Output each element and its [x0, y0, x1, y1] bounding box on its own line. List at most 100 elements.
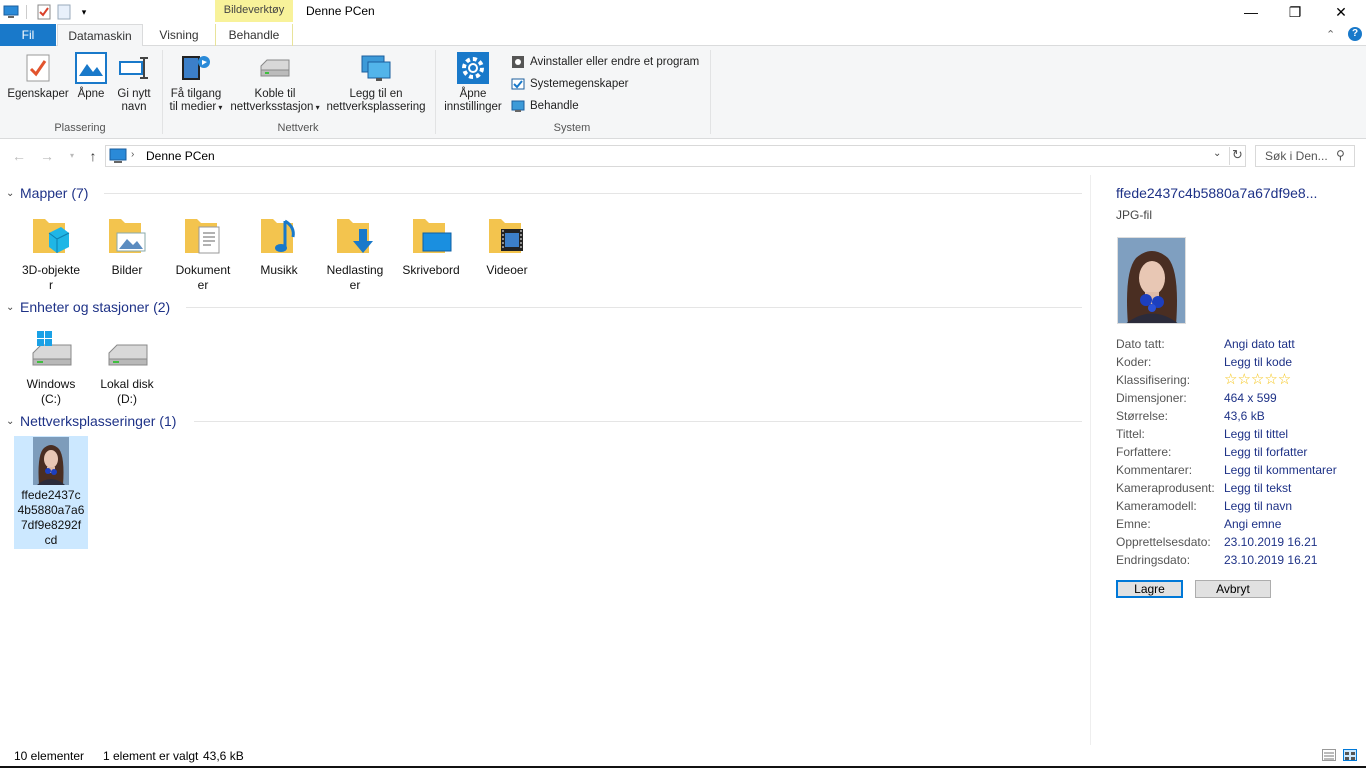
folder-music[interactable]: Musikk	[242, 211, 316, 278]
minimize-button[interactable]: —	[1228, 0, 1274, 24]
drive-c[interactable]: Windows (C:)	[14, 325, 88, 407]
group-separator	[710, 50, 711, 134]
prop-camera-maker[interactable]: Kameraprodusent: Legg til tekst	[1116, 481, 1366, 499]
pictures-folder-icon	[103, 211, 151, 259]
tab-view[interactable]: Visning	[146, 24, 212, 46]
music-folder-icon	[255, 211, 303, 259]
group-header-devices[interactable]: ⌄ Enheter og stasjoner (2)	[6, 297, 170, 317]
file-list: ⌄ Mapper (7) 3D-objekte r Bilder Dokumen…	[0, 175, 1090, 745]
large-icons-view-icon[interactable]	[1343, 749, 1357, 761]
access-media-button[interactable]: Få tilgang til medier ▾	[166, 52, 226, 114]
breadcrumb[interactable]: Denne PCen	[146, 149, 215, 163]
drive-d[interactable]: Lokal disk (D:)	[90, 325, 164, 407]
search-icon: ⚲	[1336, 148, 1345, 162]
prop-title[interactable]: Tittel: Legg til tittel	[1116, 427, 1366, 445]
group-header-network-locations[interactable]: ⌄ Nettverksplasseringer (1)	[6, 411, 176, 431]
prop-modified-date: Endringsdato: 23.10.2019 16.21	[1116, 553, 1318, 567]
cancel-button[interactable]: Avbryt	[1195, 580, 1271, 598]
map-network-drive-button[interactable]: Koble til nettverksstasjon ▾	[228, 52, 322, 114]
prop-dimensions: Dimensjoner: 464 x 599	[1116, 391, 1277, 405]
folder-3d-objects[interactable]: 3D-objekte r	[14, 211, 88, 293]
recent-locations-chevron-icon[interactable]: ▾	[63, 147, 81, 165]
tab-computer[interactable]: Datamaskin	[57, 24, 143, 47]
save-button[interactable]: Lagre	[1116, 580, 1183, 598]
3d-objects-folder-icon	[27, 211, 75, 259]
downloads-folder-icon	[331, 211, 379, 259]
prop-created-date: Opprettelsesdato: 23.10.2019 16.21	[1116, 535, 1318, 549]
qat-separator	[26, 5, 27, 19]
collapse-chevron-icon: ⌄	[6, 301, 15, 313]
computer-management-icon	[510, 98, 526, 114]
group-divider	[186, 307, 1082, 308]
uninstall-icon	[510, 54, 526, 70]
windows-drive-icon	[27, 325, 75, 373]
details-thumbnail	[1117, 237, 1186, 324]
rename-icon	[118, 52, 150, 84]
tab-manage[interactable]: Behandle	[215, 24, 293, 46]
image-thumbnail	[27, 437, 75, 485]
manage-button[interactable]: Behandle	[510, 96, 579, 116]
details-file-type: JPG-fil	[1116, 208, 1152, 222]
system-properties-button[interactable]: Systemegenskaper	[510, 74, 628, 94]
new-folder-qat-icon[interactable]	[55, 3, 73, 21]
computer-icon[interactable]	[2, 3, 20, 21]
properties-button[interactable]: Egenskaper	[6, 52, 70, 101]
ribbon: Egenskaper Åpne Gi nytt navn Plassering …	[0, 46, 1366, 139]
add-network-location-button[interactable]: Legg til en nettverksplassering	[324, 52, 428, 114]
prop-subject[interactable]: Emne: Angi emne	[1116, 517, 1366, 535]
title-bar: ▾ Bildeverktøy Denne PCen — ❐ ✕	[0, 0, 1366, 24]
address-dropdown-icon[interactable]: ⌄	[1213, 148, 1221, 159]
group-label-network: Nettverk	[277, 122, 319, 134]
prop-comments[interactable]: Kommentarer: Legg til kommentarer	[1116, 463, 1366, 481]
properties-icon	[22, 52, 54, 84]
properties-qat-icon[interactable]	[35, 3, 53, 21]
prop-size: Størrelse: 43,6 kB	[1116, 409, 1265, 423]
collapse-chevron-icon: ⌄	[6, 415, 15, 427]
customize-qat-icon[interactable]: ▾	[75, 3, 93, 21]
rename-button[interactable]: Gi nytt navn	[113, 52, 155, 114]
folder-desktop[interactable]: Skrivebord	[394, 211, 468, 278]
documents-folder-icon	[179, 211, 227, 259]
group-header-folders[interactable]: ⌄ Mapper (7)	[6, 183, 88, 203]
prop-date-taken[interactable]: Dato tatt: Angi dato tatt	[1116, 337, 1366, 355]
open-button[interactable]: Åpne	[73, 52, 109, 101]
folder-downloads[interactable]: Nedlasting er	[318, 211, 392, 293]
selection-count: 1 element er valgt	[103, 749, 199, 763]
folder-documents[interactable]: Dokument er	[166, 211, 240, 293]
forward-arrow-icon[interactable]: →	[38, 147, 56, 165]
open-settings-button[interactable]: Åpne innstillinger	[440, 52, 506, 114]
breadcrumb-chevron-icon[interactable]: ›	[131, 149, 134, 160]
item-count: 10 elementer	[14, 749, 85, 763]
rating-stars[interactable]: ☆☆☆☆☆	[1224, 370, 1291, 388]
tab-file[interactable]: Fil	[0, 24, 56, 46]
group-separator	[162, 50, 163, 134]
ribbon-tabs: Fil Datamaskin Visning Behandle ⌃ ?	[0, 24, 1366, 47]
dropdown-arrow-icon: ▾	[313, 103, 320, 112]
quick-access-toolbar: ▾	[0, 2, 93, 22]
prop-rating[interactable]: Klassifisering: ☆☆☆☆☆	[1116, 370, 1366, 391]
prop-camera-model[interactable]: Kameramodell: Legg til navn	[1116, 499, 1366, 517]
search-input[interactable]: Søk i Den... ⚲	[1255, 145, 1355, 167]
prop-authors[interactable]: Forfattere: Legg til forfatter	[1116, 445, 1366, 463]
videos-folder-icon	[483, 211, 531, 259]
folder-videos[interactable]: Videoer	[470, 211, 544, 278]
refresh-icon[interactable]: ↻	[1229, 147, 1245, 165]
status-bar: 10 elementer 1 element er valgt 43,6 kB	[0, 745, 1366, 768]
help-icon[interactable]: ?	[1348, 27, 1362, 41]
details-pane: ffede2437c4b5880a7a67df9e8... JPG-fil Da…	[1090, 175, 1366, 745]
uninstall-program-button[interactable]: Avinstaller eller endre et program	[510, 52, 699, 72]
maximize-button[interactable]: ❐	[1272, 0, 1318, 24]
back-arrow-icon[interactable]: ←	[10, 147, 28, 165]
address-bar[interactable]: › Denne PCen ⌄ ↻	[105, 145, 1246, 167]
local-disk-icon	[103, 325, 151, 373]
up-arrow-icon[interactable]: ↑	[84, 147, 102, 165]
dropdown-arrow-icon: ▾	[216, 103, 223, 112]
folder-pictures[interactable]: Bilder	[90, 211, 164, 278]
network-location-icon	[360, 52, 392, 84]
desktop-folder-icon	[407, 211, 455, 259]
close-button[interactable]: ✕	[1318, 0, 1364, 24]
network-item-image[interactable]: ffede2437c 4b5880a7a6 7df9e8292f cd	[14, 436, 88, 549]
collapse-ribbon-icon[interactable]: ⌃	[1326, 28, 1335, 41]
details-view-icon[interactable]	[1322, 749, 1336, 761]
context-tab-picture-tools: Bildeverktøy	[215, 0, 293, 22]
